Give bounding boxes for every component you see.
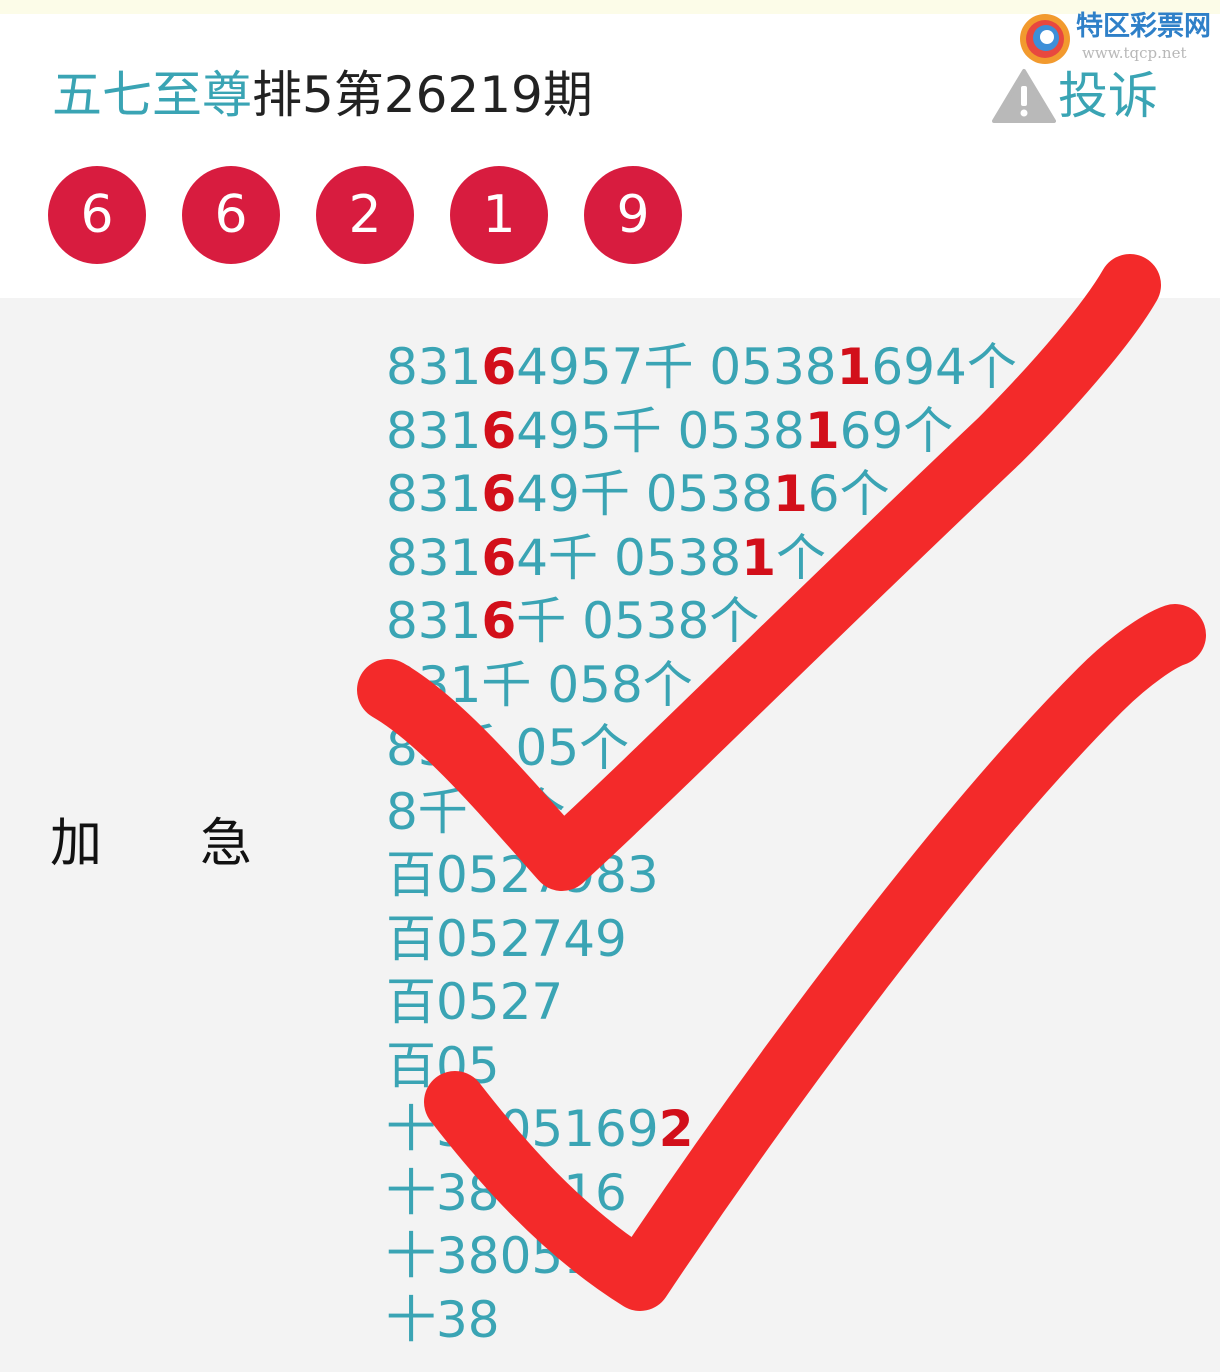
- line-text: 十3805169: [386, 1100, 659, 1158]
- page-title: 五七至尊排5第26219期: [52, 60, 593, 130]
- line-text: 十38051: [386, 1227, 596, 1285]
- line-text: 831: [386, 338, 482, 396]
- line-text: 个: [775, 528, 826, 587]
- highlight-digit: 1: [773, 465, 808, 523]
- prediction-line: 百05: [386, 1035, 1017, 1099]
- prediction-line: 十38051692: [386, 1098, 1017, 1162]
- prediction-line: 十38051: [386, 1225, 1017, 1289]
- line-text: 百05: [386, 1036, 500, 1095]
- site-logo-icon: [1020, 14, 1070, 64]
- highlight-digit: 6: [481, 528, 517, 587]
- issue-label: 排5第26219期: [252, 66, 593, 124]
- prediction-line: 831千 058个: [386, 654, 1017, 718]
- result-ball: 9: [584, 166, 682, 264]
- prediction-line: 8316495千 0538169个: [386, 400, 1017, 464]
- prediction-line: 百052749: [386, 908, 1017, 972]
- line-text: 8千 0个: [386, 782, 566, 841]
- watermark-name: 特区彩票网: [1076, 11, 1211, 42]
- prediction-line: 8316千 0538个: [386, 590, 1017, 654]
- line-text: 831: [386, 401, 482, 460]
- line-text: 69个: [839, 401, 954, 460]
- highlight-digit: 1: [836, 338, 872, 396]
- prediction-line: 83164957千 05381694个: [386, 336, 1017, 400]
- prediction-line: 百0527983: [386, 844, 1017, 908]
- prediction-line: 十380516: [386, 1162, 1017, 1226]
- complain-button[interactable]: 投诉: [992, 66, 1158, 126]
- line-text: 4957千 0538: [516, 338, 837, 396]
- line-text: 831: [386, 465, 482, 523]
- author-name[interactable]: 五七至尊: [52, 66, 252, 124]
- line-text: 千 0538个: [516, 592, 760, 650]
- line-text: 十38: [386, 1290, 500, 1349]
- warning-icon: [992, 69, 1056, 123]
- line-text: 4千 0538: [516, 528, 742, 587]
- line-text: 6个: [807, 465, 890, 523]
- prediction-line: 83164千 05381个: [386, 527, 1017, 591]
- result-ball: 1: [450, 166, 548, 264]
- prediction-line: 百0527: [386, 971, 1017, 1035]
- highlight-digit: 6: [481, 401, 517, 460]
- line-text: 83千 05个: [386, 719, 630, 777]
- watermark: 特区彩票网 www.tqcp.net: [1018, 6, 1218, 66]
- line-text: 694个: [871, 338, 1017, 396]
- line-text: 831: [386, 592, 482, 650]
- result-ball: 2: [316, 166, 414, 264]
- prediction-line: 8千 0个: [386, 781, 1017, 845]
- label-ji: 急: [200, 814, 253, 874]
- highlight-digit: 6: [481, 465, 517, 523]
- prediction-line: 831649千 053816个: [386, 463, 1017, 527]
- prediction-line: 83千 05个: [386, 717, 1017, 781]
- label-jia: 加: [50, 814, 103, 874]
- line-text: 百052749: [386, 909, 627, 968]
- line-text: 495千 0538: [516, 401, 805, 460]
- result-ball: 6: [182, 166, 280, 264]
- highlight-digit: 6: [481, 338, 517, 396]
- line-text: 831千 058个: [386, 655, 693, 714]
- line-text: 百0527: [386, 973, 564, 1031]
- prediction-lines: 83164957千 05381694个 8316495千 0538169个 8316…: [386, 336, 1017, 1352]
- prediction-line: 十38: [386, 1289, 1017, 1353]
- highlight-digit: 2: [658, 1100, 694, 1158]
- highlight-digit: 6: [481, 592, 517, 650]
- line-text: 十380516: [386, 1163, 627, 1222]
- line-text: 49千 0538: [516, 465, 773, 523]
- watermark-url: www.tqcp.net: [1082, 44, 1187, 62]
- result-ball: 6: [48, 166, 146, 264]
- highlight-digit: 1: [741, 528, 776, 587]
- line-text: 831: [386, 528, 482, 587]
- complain-label: 投诉: [1058, 67, 1158, 125]
- highlight-digit: 1: [804, 401, 840, 460]
- line-text: 百0527983: [386, 846, 659, 904]
